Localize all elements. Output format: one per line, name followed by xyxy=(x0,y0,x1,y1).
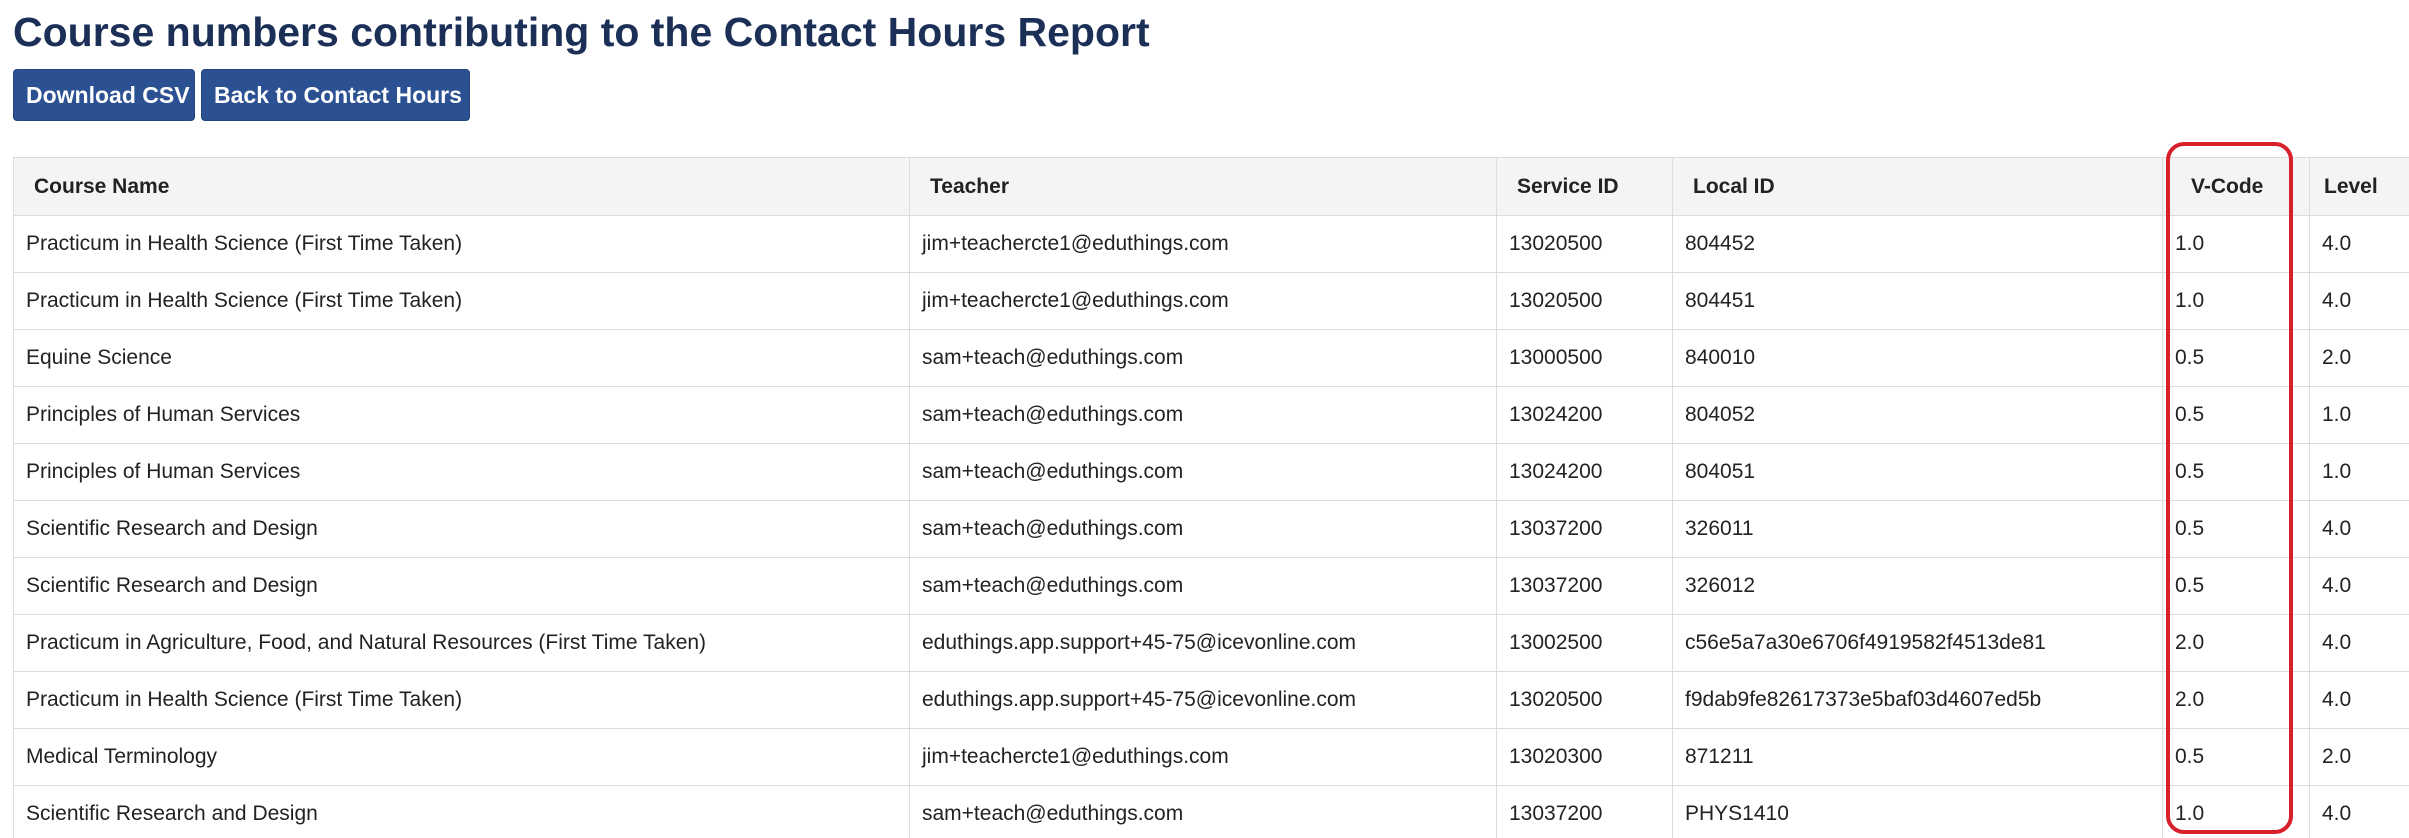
cell-teacher: sam+teach@eduthings.com xyxy=(909,500,1497,558)
cell-level: 4.0 xyxy=(2309,272,2409,330)
cell-local-id: PHYS1410 xyxy=(1672,785,2163,838)
cell-level: 4.0 xyxy=(2309,557,2409,615)
cell-level: 1.0 xyxy=(2309,443,2409,501)
cell-level: 4.0 xyxy=(2309,671,2409,729)
course-table-container[interactable]: Course Name Teacher Service ID Local ID … xyxy=(13,157,2409,838)
table-row: Practicum in Health Science (First Time … xyxy=(13,215,2409,273)
cell-v-code: 0.5 xyxy=(2162,557,2310,615)
table-row: Principles of Human Services sam+teach@ed… xyxy=(13,443,2409,501)
cell-local-id: f9dab9fe82617373e5baf03d4607ed5b xyxy=(1672,671,2163,729)
cell-v-code: 0.5 xyxy=(2162,386,2310,444)
cell-course-name: Practicum in Agriculture, Food, and Natu… xyxy=(13,614,910,672)
cell-local-id: c56e5a7a30e6706f4919582f4513de81 xyxy=(1672,614,2163,672)
cell-course-name: Medical Terminology xyxy=(13,728,910,786)
cell-service-id: 13037200 xyxy=(1496,557,1673,615)
cell-course-name: Practicum in Health Science (First Time … xyxy=(13,671,910,729)
cell-level: 4.0 xyxy=(2309,215,2409,273)
cell-teacher: eduthings.app.support+45-75@icevonline.c… xyxy=(909,614,1497,672)
table-row: Scientific Research and Design sam+teach@… xyxy=(13,785,2409,838)
cell-local-id: 804051 xyxy=(1672,443,2163,501)
cell-service-id: 13002500 xyxy=(1496,614,1673,672)
table-row: Medical Terminology jim+teachercte1@eduth… xyxy=(13,728,2409,786)
cell-level: 1.0 xyxy=(2309,386,2409,444)
cell-course-name: Scientific Research and Design xyxy=(13,785,910,838)
cell-v-code: 1.0 xyxy=(2162,272,2310,330)
table-header-row: Course Name Teacher Service ID Local ID … xyxy=(13,157,2409,216)
course-table: Course Name Teacher Service ID Local ID … xyxy=(13,157,2409,838)
cell-teacher: sam+teach@eduthings.com xyxy=(909,557,1497,615)
cell-teacher: jim+teachercte1@eduthings.com xyxy=(909,272,1497,330)
cell-v-code: 0.5 xyxy=(2162,728,2310,786)
cell-local-id: 871211 xyxy=(1672,728,2163,786)
cell-service-id: 13037200 xyxy=(1496,500,1673,558)
cell-v-code: 2.0 xyxy=(2162,671,2310,729)
cell-course-name: Scientific Research and Design xyxy=(13,500,910,558)
table-row: Scientific Research and Design sam+teach@… xyxy=(13,500,2409,558)
cell-service-id: 13020500 xyxy=(1496,272,1673,330)
cell-v-code: 1.0 xyxy=(2162,215,2310,273)
column-header-course-name[interactable]: Course Name xyxy=(13,157,910,216)
column-header-service-id[interactable]: Service ID xyxy=(1496,157,1673,216)
column-header-v-code[interactable]: V-Code xyxy=(2162,157,2310,216)
cell-course-name: Principles of Human Services xyxy=(13,443,910,501)
cell-local-id: 804052 xyxy=(1672,386,2163,444)
column-header-level[interactable]: Level xyxy=(2309,157,2409,216)
cell-local-id: 840010 xyxy=(1672,329,2163,387)
table-row: Practicum in Health Science (First Time … xyxy=(13,272,2409,330)
cell-v-code: 0.5 xyxy=(2162,443,2310,501)
cell-teacher: sam+teach@eduthings.com xyxy=(909,329,1497,387)
cell-service-id: 13024200 xyxy=(1496,443,1673,501)
cell-service-id: 13020500 xyxy=(1496,671,1673,729)
cell-teacher: jim+teachercte1@eduthings.com xyxy=(909,728,1497,786)
cell-teacher: sam+teach@eduthings.com xyxy=(909,785,1497,838)
cell-course-name: Practicum in Health Science (First Time … xyxy=(13,215,910,273)
cell-local-id: 804452 xyxy=(1672,215,2163,273)
cell-teacher: eduthings.app.support+45-75@icevonline.c… xyxy=(909,671,1497,729)
column-header-teacher[interactable]: Teacher xyxy=(909,157,1497,216)
column-header-local-id[interactable]: Local ID xyxy=(1672,157,2163,216)
cell-level: 2.0 xyxy=(2309,329,2409,387)
cell-level: 4.0 xyxy=(2309,614,2409,672)
table-row: Practicum in Health Science (First Time … xyxy=(13,671,2409,729)
cell-v-code: 0.5 xyxy=(2162,329,2310,387)
cell-service-id: 13020300 xyxy=(1496,728,1673,786)
cell-teacher: sam+teach@eduthings.com xyxy=(909,443,1497,501)
cell-service-id: 13024200 xyxy=(1496,386,1673,444)
table-body: Practicum in Health Science (First Time … xyxy=(13,215,2409,838)
cell-local-id: 326011 xyxy=(1672,500,2163,558)
cell-service-id: 13037200 xyxy=(1496,785,1673,838)
cell-level: 4.0 xyxy=(2309,500,2409,558)
table-row: Principles of Human Services sam+teach@ed… xyxy=(13,386,2409,444)
toolbar: Download CSV Back to Contact Hours xyxy=(13,69,470,121)
cell-v-code: 1.0 xyxy=(2162,785,2310,838)
table-row: Scientific Research and Design sam+teach@… xyxy=(13,557,2409,615)
cell-teacher: jim+teachercte1@eduthings.com xyxy=(909,215,1497,273)
back-to-contact-hours-button[interactable]: Back to Contact Hours xyxy=(201,69,470,121)
cell-level: 4.0 xyxy=(2309,785,2409,838)
cell-course-name: Equine Science xyxy=(13,329,910,387)
cell-service-id: 13020500 xyxy=(1496,215,1673,273)
cell-local-id: 804451 xyxy=(1672,272,2163,330)
cell-local-id: 326012 xyxy=(1672,557,2163,615)
cell-service-id: 13000500 xyxy=(1496,329,1673,387)
table-row: Equine Science sam+teach@eduthings.com 130… xyxy=(13,329,2409,387)
cell-course-name: Practicum in Health Science (First Time … xyxy=(13,272,910,330)
cell-level: 2.0 xyxy=(2309,728,2409,786)
cell-course-name: Principles of Human Services xyxy=(13,386,910,444)
cell-v-code: 0.5 xyxy=(2162,500,2310,558)
cell-course-name: Scientific Research and Design xyxy=(13,557,910,615)
download-csv-button[interactable]: Download CSV xyxy=(13,69,195,121)
table-row: Practicum in Agriculture, Food, and Natu… xyxy=(13,614,2409,672)
cell-teacher: sam+teach@eduthings.com xyxy=(909,386,1497,444)
page-title: Course numbers contributing to the Conta… xyxy=(13,9,1150,55)
cell-v-code: 2.0 xyxy=(2162,614,2310,672)
